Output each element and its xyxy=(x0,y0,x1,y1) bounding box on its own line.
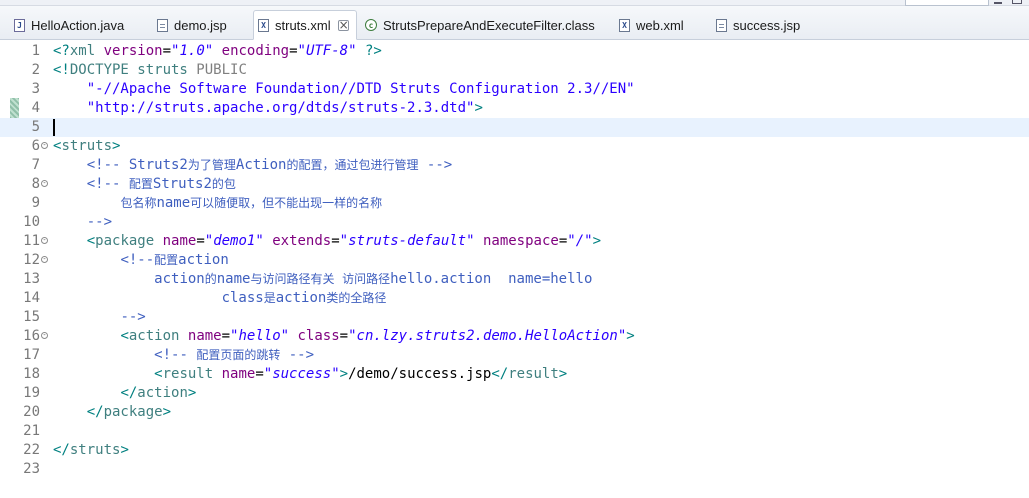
code-line[interactable]: 8- <!-- 配置Struts2的包 xyxy=(0,175,1029,194)
maximize-icon[interactable] xyxy=(1012,0,1022,4)
code-text: <!DOCTYPE struts PUBLIC xyxy=(53,62,247,78)
code-line[interactable]: 22 </struts> xyxy=(0,441,1029,460)
fold-toggle-icon[interactable]: - xyxy=(41,237,48,244)
code-line[interactable]: 10 --> xyxy=(0,213,1029,232)
line-number: 14 xyxy=(23,290,40,306)
code-text: --> xyxy=(86,214,113,230)
code-line[interactable]: 11- <package name="demo1" extends="strut… xyxy=(0,232,1029,251)
code-text: <!--配置action xyxy=(120,252,229,268)
java-file-icon: J xyxy=(14,18,25,32)
line-number: 15 xyxy=(23,309,40,325)
code-line[interactable]: 23 xyxy=(0,460,1029,479)
code-text: <!-- 配置Struts2的包 xyxy=(86,176,236,192)
code-line[interactable]: 9 包名称name可以随便取，但不能出现一样的名称 xyxy=(0,194,1029,213)
tab-label: demo.jsp xyxy=(174,17,227,33)
line-number: 6 xyxy=(31,138,40,154)
code-text: <result name="success">/demo/success.jsp… xyxy=(154,366,568,382)
code-text: class是action类的全路径 xyxy=(221,290,387,306)
tab-label: success.jsp xyxy=(733,17,801,33)
code-line[interactable]: 3 "-//Apache Software Foundation//DTD St… xyxy=(0,80,1029,99)
xml-file-icon: X xyxy=(258,18,269,32)
line-number: 11 xyxy=(23,233,40,249)
code-text: </action> xyxy=(120,385,197,401)
code-line[interactable]: 15 --> xyxy=(0,308,1029,327)
tab-demo-jsp[interactable]: demo.jsp xyxy=(153,10,227,40)
code-line[interactable]: 1 <?xml version="1.0" encoding="UTF-8" ?> xyxy=(0,42,1029,61)
code-text: <!-- 配置页面的跳转 --> xyxy=(154,347,315,363)
code-editor[interactable]: 1 <?xml version="1.0" encoding="UTF-8" ?>… xyxy=(0,40,1029,498)
xml-file-icon: X xyxy=(619,18,630,32)
line-number: 18 xyxy=(23,366,40,382)
code-line[interactable]: 4 "http://struts.apache.org/dtds/struts-… xyxy=(0,99,1029,118)
code-line[interactable]: 17 <!-- 配置页面的跳转 --> xyxy=(0,346,1029,365)
code-line[interactable]: 6- <struts> xyxy=(0,137,1029,156)
code-text: <package name="demo1" extends="struts-de… xyxy=(86,233,601,249)
code-line[interactable]: 13 action的name与访问路径有关 访问路径hello.action n… xyxy=(0,270,1029,289)
line-number: 7 xyxy=(31,157,40,173)
line-number: 21 xyxy=(23,423,40,439)
tab-strutsprepareandexecutefilter-class[interactable]: c StrutsPrepareAndExecuteFilter.class xyxy=(361,10,595,40)
line-number: 9 xyxy=(31,195,40,211)
tab-label: web.xml xyxy=(636,17,684,33)
line-number: 12 xyxy=(23,252,40,268)
line-number: 1 xyxy=(31,43,40,59)
fold-toggle-icon[interactable]: - xyxy=(41,142,48,149)
tab-label: StrutsPrepareAndExecuteFilter.class xyxy=(383,17,595,33)
fold-toggle-icon[interactable]: - xyxy=(41,256,48,263)
code-line[interactable]: 16- <action name="hello" class="cn.lzy.s… xyxy=(0,327,1029,346)
tab-web-xml[interactable]: X web.xml xyxy=(615,10,684,40)
tab-label: struts.xml xyxy=(275,17,331,33)
jsp-file-icon xyxy=(157,18,168,32)
tab-helloaction-java[interactable]: J HelloAction.java xyxy=(10,10,124,40)
code-line[interactable]: 7 <!-- Struts2为了管理Action的配置，通过包进行管理 --> xyxy=(0,156,1029,175)
line-number: 17 xyxy=(23,347,40,363)
code-text: </struts> xyxy=(53,442,129,458)
tab-struts-xml[interactable]: X struts.xml × xyxy=(253,10,357,40)
code-text: "-//Apache Software Foundation//DTD Stru… xyxy=(86,81,635,97)
code-line[interactable]: 5 xyxy=(0,118,1029,137)
line-number: 4 xyxy=(31,100,40,116)
tab-success-jsp[interactable]: success.jsp xyxy=(712,10,800,40)
code-line[interactable]: 20 </package> xyxy=(0,403,1029,422)
code-line[interactable]: 2 <!DOCTYPE struts PUBLIC xyxy=(0,61,1029,80)
line-number: 23 xyxy=(23,461,40,477)
line-number: 16 xyxy=(23,328,40,344)
code-text: action的name与访问路径有关 访问路径hello.action name… xyxy=(154,271,593,287)
code-line[interactable]: 14 class是action类的全路径 xyxy=(0,289,1029,308)
code-line[interactable]: 18 <result name="success">/demo/success.… xyxy=(0,365,1029,384)
fold-toggle-icon[interactable]: - xyxy=(41,332,48,339)
line-number: 13 xyxy=(23,271,40,287)
code-line[interactable]: 19 </action> xyxy=(0,384,1029,403)
code-text: <?xml version="1.0" encoding="UTF-8" ?> xyxy=(53,43,382,59)
line-number: 22 xyxy=(23,442,40,458)
line-number: 5 xyxy=(31,119,40,135)
code-text: 包名称name可以随便取，但不能出现一样的名称 xyxy=(120,195,383,211)
tab-label: HelloAction.java xyxy=(31,17,125,33)
code-text: <!-- Struts2为了管理Action的配置，通过包进行管理 --> xyxy=(86,157,453,173)
line-number: 20 xyxy=(23,404,40,420)
code-line[interactable]: 12- <!--配置action xyxy=(0,251,1029,270)
code-text: <struts> xyxy=(53,138,121,154)
fold-toggle-icon[interactable]: - xyxy=(41,180,48,187)
code-text: "http://struts.apache.org/dtds/struts-2.… xyxy=(86,100,483,116)
line-number: 3 xyxy=(31,81,40,97)
line-number: 10 xyxy=(23,214,40,230)
line-number: 8 xyxy=(31,176,40,192)
code-text: </package> xyxy=(86,404,172,420)
editor-tab-bar: J HelloAction.java demo.jsp X struts.xml… xyxy=(0,6,1029,40)
text-caret xyxy=(53,119,55,136)
class-file-icon: c xyxy=(365,19,377,31)
minimize-icon[interactable] xyxy=(994,0,1002,4)
code-text: <action name="hello" class="cn.lzy.strut… xyxy=(120,328,635,344)
close-icon[interactable]: × xyxy=(337,19,349,31)
code-text: --> xyxy=(120,309,146,325)
jsp-file-icon xyxy=(716,18,727,32)
line-number: 19 xyxy=(23,385,40,401)
code-line[interactable]: 21 xyxy=(0,422,1029,441)
line-number: 2 xyxy=(31,62,40,78)
